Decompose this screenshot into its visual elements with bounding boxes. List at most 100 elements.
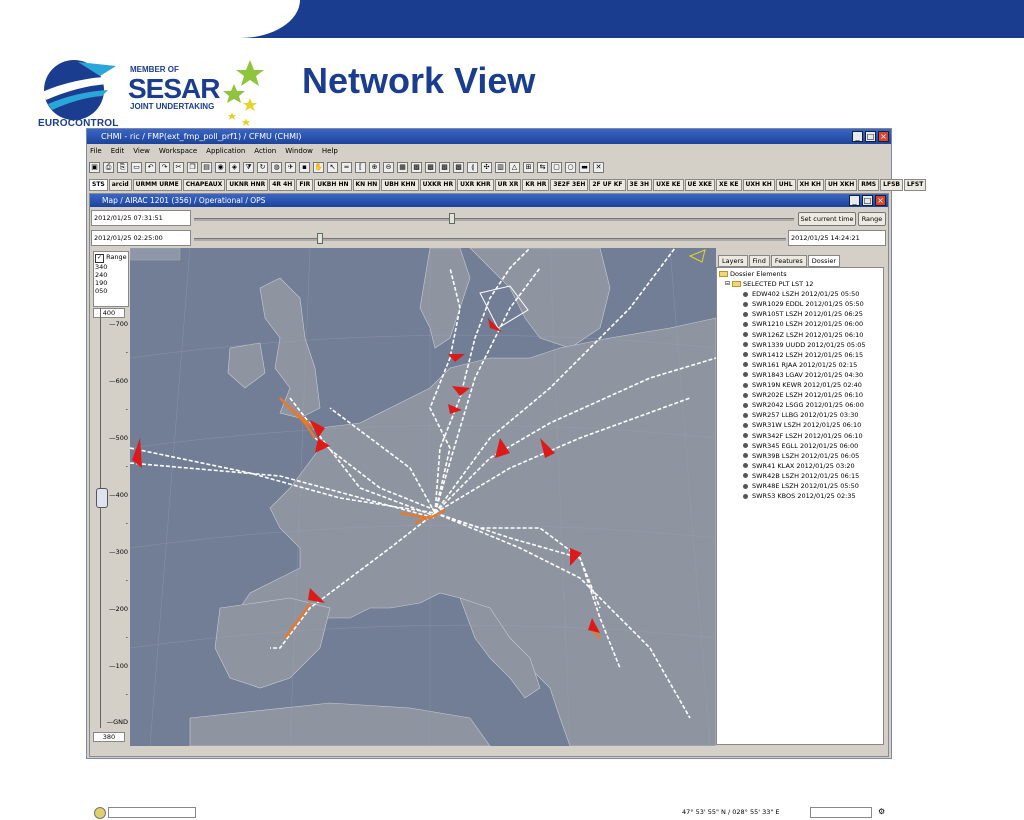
flight-item[interactable]: SWR342F LSZH 2012/01/25 06:10 <box>719 431 883 441</box>
menu-application[interactable]: Application <box>206 145 245 157</box>
tab-arcid[interactable]: arcid <box>108 179 132 191</box>
globe-icon[interactable]: ◉ <box>215 161 226 173</box>
zoom-out-icon[interactable]: ⊖ <box>383 161 394 173</box>
copy-icon[interactable]: ❐ <box>187 161 198 173</box>
tab-2f-uf-kf[interactable]: 2F UF KF <box>589 179 626 191</box>
tab-3e2f-3eh[interactable]: 3E2F 3EH <box>550 179 589 191</box>
film-icon[interactable]: ▥ <box>495 161 506 173</box>
maximize-button[interactable]: □ <box>865 131 876 142</box>
tab-xh-kh[interactable]: XH KH <box>796 179 824 191</box>
close-button[interactable]: × <box>878 131 889 142</box>
tab-ue-xke[interactable]: UE XKE <box>684 179 715 191</box>
status-tool-icon[interactable]: ⚙ <box>878 807 885 816</box>
altitude-slider-handle[interactable] <box>96 488 108 508</box>
dash-icon[interactable]: ▬ <box>579 161 590 173</box>
view-3-icon[interactable]: ▩ <box>439 161 450 173</box>
flight-item[interactable]: SWR19N KEWR 2012/01/25 02:40 <box>719 380 883 390</box>
tab-uxkr-hr[interactable]: UXKR HR <box>419 179 457 191</box>
flight-item[interactable]: SWR31W LSZH 2012/01/25 06:10 <box>719 420 883 430</box>
current-time-field[interactable]: 2012/01/25 07:31:51 <box>91 210 191 226</box>
circle-icon[interactable]: ○ <box>565 161 576 173</box>
menu-workspace[interactable]: Workspace <box>159 145 197 157</box>
map-minimize-button[interactable]: _ <box>849 195 860 206</box>
flight-item[interactable]: SWR1210 LSZH 2012/01/25 06:00 <box>719 319 883 329</box>
status-input[interactable] <box>108 807 196 818</box>
cut-icon[interactable]: ✂ <box>173 161 184 173</box>
save-icon[interactable]: ▣ <box>89 161 100 173</box>
flight-item[interactable]: SWR202E LSZH 2012/01/25 06:10 <box>719 390 883 400</box>
triangle-icon[interactable]: △ <box>509 161 520 173</box>
tab-chapeaux[interactable]: CHAPEAUX <box>182 179 226 191</box>
tab-ukbh-hn[interactable]: UKBH HN <box>314 179 352 191</box>
tab-kr-hr[interactable]: KR HR <box>522 179 550 191</box>
grid-icon[interactable]: ▦ <box>397 161 408 173</box>
refresh-icon[interactable]: ↻ <box>257 161 268 173</box>
range-slider-thumb[interactable] <box>317 233 323 244</box>
flight-item[interactable]: SWR257 LLBG 2012/01/25 03:30 <box>719 410 883 420</box>
print-icon[interactable]: ⎙ <box>103 161 114 173</box>
tab-4r-4h[interactable]: 4R 4H <box>269 179 296 191</box>
tab-kn-hn[interactable]: KN HN <box>352 179 381 191</box>
tree-root[interactable]: Dossier Elements <box>719 269 883 279</box>
flight-item[interactable]: SWR345 EGLL 2012/01/25 06:00 <box>719 441 883 451</box>
tab-rms[interactable]: RMS <box>858 179 880 191</box>
clear-icon[interactable]: ✕ <box>593 161 604 173</box>
view-2-icon[interactable]: ▩ <box>425 161 436 173</box>
zoom-in-icon[interactable]: ⊕ <box>369 161 380 173</box>
paste-icon[interactable]: ▤ <box>201 161 212 173</box>
map-maximize-button[interactable]: □ <box>862 195 873 206</box>
range-button[interactable]: Range <box>858 212 886 226</box>
tab-xe-ke[interactable]: XE KE <box>715 179 742 191</box>
redo-icon[interactable]: ↷ <box>159 161 170 173</box>
time-slider[interactable] <box>194 212 794 226</box>
swap-icon[interactable]: ⇆ <box>537 161 548 173</box>
flight-item[interactable]: SWR126Z LSZH 2012/01/25 06:10 <box>719 330 883 340</box>
crosshair-icon[interactable]: ⊞ <box>523 161 534 173</box>
undo-icon[interactable]: ↶ <box>145 161 156 173</box>
layers-icon[interactable]: ◈ <box>229 161 240 173</box>
view-4-icon[interactable]: ▩ <box>453 161 464 173</box>
range-end-field[interactable]: 2012/01/25 14:24:21 <box>788 230 886 246</box>
menu-file[interactable]: File <box>90 145 102 157</box>
menu-edit[interactable]: Edit <box>111 145 125 157</box>
tab-uxr-khr[interactable]: UXR KHR <box>457 179 494 191</box>
flight-item[interactable]: SWR53 KBOS 2012/01/25 02:35 <box>719 491 883 501</box>
tab-uxe-ke[interactable]: UXE KE <box>653 179 684 191</box>
hand-pan-icon[interactable]: ✋ <box>313 161 324 173</box>
map-window-titlebar[interactable]: Map / AIRAC 1201 (356) / Operational / O… <box>90 194 888 207</box>
lower-level-field[interactable]: 380 <box>93 732 125 742</box>
filter-icon[interactable]: ⧩ <box>243 161 254 173</box>
tab-features[interactable]: Features <box>770 255 807 267</box>
minimize-button[interactable]: _ <box>852 131 863 142</box>
view-1-icon[interactable]: ▩ <box>411 161 422 173</box>
flight-item[interactable]: SWR161 RJAA 2012/01/25 02:15 <box>719 360 883 370</box>
time-slider-thumb[interactable] <box>449 213 455 224</box>
flight-item[interactable]: SWR1029 EDDL 2012/01/25 05:50 <box>719 299 883 309</box>
compass-icon[interactable]: ✣ <box>481 161 492 173</box>
range-start-field[interactable]: 2012/01/25 02:25:00 <box>91 230 191 246</box>
upper-level-field[interactable]: 400 <box>93 308 125 318</box>
tab-dossier[interactable]: Dossier <box>807 255 841 267</box>
monitor-icon[interactable]: ▢ <box>551 161 562 173</box>
tab-ur-xr[interactable]: UR XR <box>494 179 522 191</box>
tab-lfsb[interactable]: LFSB <box>880 179 903 191</box>
window-titlebar[interactable]: CHMI - ric / FMP(ext_fmp_poll_prf1) / CF… <box>87 129 891 144</box>
tab-layers[interactable]: Layers <box>718 255 748 267</box>
range-checkbox[interactable]: ✓ <box>95 254 104 263</box>
flight-item[interactable]: SWR105T LSZH 2012/01/25 06:25 <box>719 309 883 319</box>
map-canvas[interactable] <box>130 248 716 746</box>
flight-item[interactable]: SWR42B LSZH 2012/01/25 06:15 <box>719 471 883 481</box>
tab-3e-3h[interactable]: 3E 3H <box>626 179 653 191</box>
flight-item[interactable]: SWR1843 LGAV 2012/01/25 04:30 <box>719 370 883 380</box>
tab-lfst[interactable]: LFST <box>903 179 927 191</box>
flight-item[interactable]: SWR1339 UUDD 2012/01/25 05:05 <box>719 340 883 350</box>
menu-view[interactable]: View <box>133 145 150 157</box>
ruler-icon[interactable]: ═ <box>341 161 352 173</box>
flight-item[interactable]: SWR41 KLAX 2012/01/25 03:20 <box>719 461 883 471</box>
tree-group[interactable]: ⊟ SELECTED PLT LST 12 <box>719 279 883 289</box>
flight-item[interactable]: EDW402 LSZH 2012/01/25 05:50 <box>719 289 883 299</box>
collapse-icon[interactable]: ⊟ <box>725 279 730 289</box>
tab-uhl[interactable]: UHL <box>775 179 796 191</box>
map-close-button[interactable]: × <box>875 195 886 206</box>
open-folder-icon[interactable]: ▭ <box>131 161 142 173</box>
